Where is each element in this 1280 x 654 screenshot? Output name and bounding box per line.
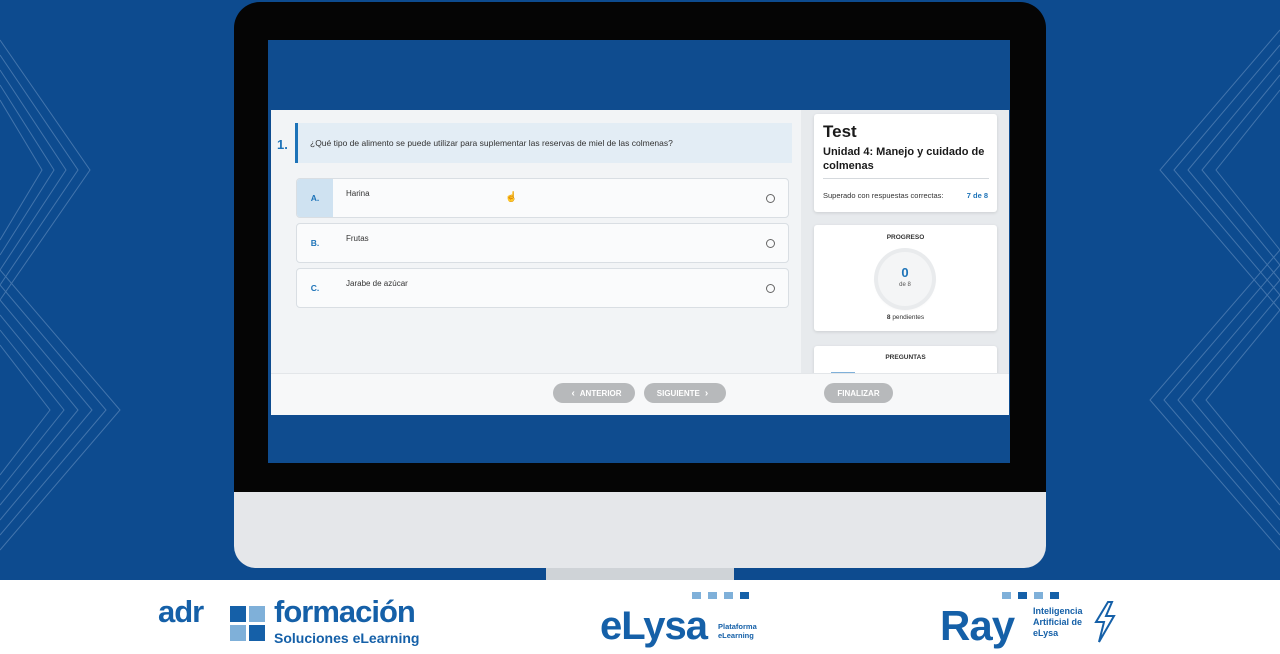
option-letter: A. xyxy=(297,179,333,217)
quiz-app: 1. ¿Qué tipo de alimento se puede utiliz… xyxy=(271,110,1009,415)
unit-title: Unidad 4: Manejo y cuidado de colmenas xyxy=(823,146,985,172)
ray-logo: Ray Inteligencia Artificial de eLysa xyxy=(940,590,1130,649)
option-b[interactable]: B. Frutas xyxy=(296,223,789,263)
adr-wordmark: adr xyxy=(158,594,204,629)
chevron-right-icon: › xyxy=(704,387,709,399)
option-letter: C. xyxy=(310,283,320,293)
elysa-tagline-2: eLearning xyxy=(718,631,754,640)
chevron-decoration-right-icon xyxy=(1149,29,1280,551)
adr-squares-icon xyxy=(230,606,266,642)
test-info-card: Test Unidad 4: Manejo y cuidado de colme… xyxy=(814,114,997,212)
previous-button[interactable]: ‹ ANTERIOR xyxy=(553,383,635,403)
progress-card: PROGRESO 0 de 8 8 pendientes xyxy=(814,225,997,331)
radio-button[interactable] xyxy=(766,284,775,293)
divider xyxy=(823,178,989,179)
ray-tagline-1: Inteligencia xyxy=(1033,606,1083,616)
option-text: Harina xyxy=(346,189,370,198)
pending-count: 8 xyxy=(886,314,891,321)
navigation-bar: ‹ ANTERIOR SIGUIENTE › FINALIZAR xyxy=(271,373,1009,415)
question-text: ¿Qué tipo de alimento se puede utilizar … xyxy=(310,138,673,148)
chevron-left-icon: ‹ xyxy=(571,387,575,399)
question-card: ¿Qué tipo de alimento se puede utilizar … xyxy=(295,123,792,163)
progress-total: de 8 xyxy=(899,282,911,288)
quiz-sidebar: Test Unidad 4: Manejo y cuidado de colme… xyxy=(801,110,1009,386)
option-a[interactable]: A. Harina ☝ xyxy=(296,178,789,218)
finish-label: FINALIZAR xyxy=(837,388,880,398)
question-area: 1. ¿Qué tipo de alimento se puede utiliz… xyxy=(271,110,801,373)
hand-cursor-icon: ☝ xyxy=(505,192,518,203)
previous-label: ANTERIOR xyxy=(579,388,622,398)
progress-ring: 0 de 8 xyxy=(878,252,932,306)
monitor-chin xyxy=(234,492,1046,568)
progress-title: PROGRESO xyxy=(886,234,925,241)
progress-answered: 0 xyxy=(901,265,909,280)
next-button[interactable]: SIGUIENTE › xyxy=(644,383,726,403)
next-label: SIGUIENTE xyxy=(656,388,700,398)
formacion-wordmark: formación xyxy=(274,594,416,629)
pending-text: 8 pendientes xyxy=(814,314,997,321)
questions-title: PREGUNTAS xyxy=(885,354,926,361)
adr-tagline: Soluciones eLearning xyxy=(274,630,420,646)
elysa-wordmark: eLysa xyxy=(600,604,708,648)
monitor-screen: 1. ¿Qué tipo de alimento se puede utiliz… xyxy=(268,40,1010,463)
lightning-bolt-icon xyxy=(1094,601,1116,643)
ray-tagline-2: Artificial de xyxy=(1033,617,1083,627)
question-number: 1. xyxy=(277,137,288,152)
chevron-decoration-left-icon xyxy=(0,39,121,551)
elysa-logo: eLysa Plataforma eLearning xyxy=(600,590,780,648)
pass-criteria-value: 7 de 8 xyxy=(966,191,988,200)
radio-button[interactable] xyxy=(766,194,775,203)
ray-wordmark: Ray xyxy=(940,602,1015,649)
radio-button[interactable] xyxy=(766,239,775,248)
background-stage: 1. ¿Qué tipo de alimento se puede utiliz… xyxy=(0,0,1280,580)
option-text: Jarabe de azúcar xyxy=(346,279,408,288)
pending-label: pendientes xyxy=(892,314,925,321)
ray-tagline-3: eLysa xyxy=(1033,628,1059,638)
adr-formacion-logo: adr formación Soluciones eLearning xyxy=(158,594,438,650)
footer-logos: adr formación Soluciones eLearning eLysa… xyxy=(0,580,1280,654)
option-c[interactable]: C. Jarabe de azúcar xyxy=(296,268,789,308)
elysa-tagline-1: Plataforma xyxy=(718,622,757,631)
finish-button[interactable]: FINALIZAR xyxy=(824,383,893,403)
test-title: Test xyxy=(823,122,857,141)
monitor-stand xyxy=(546,568,734,580)
pass-criteria-label: Superado con respuestas correctas: xyxy=(823,191,944,200)
option-letter: B. xyxy=(310,238,320,248)
option-text: Frutas xyxy=(346,234,369,243)
